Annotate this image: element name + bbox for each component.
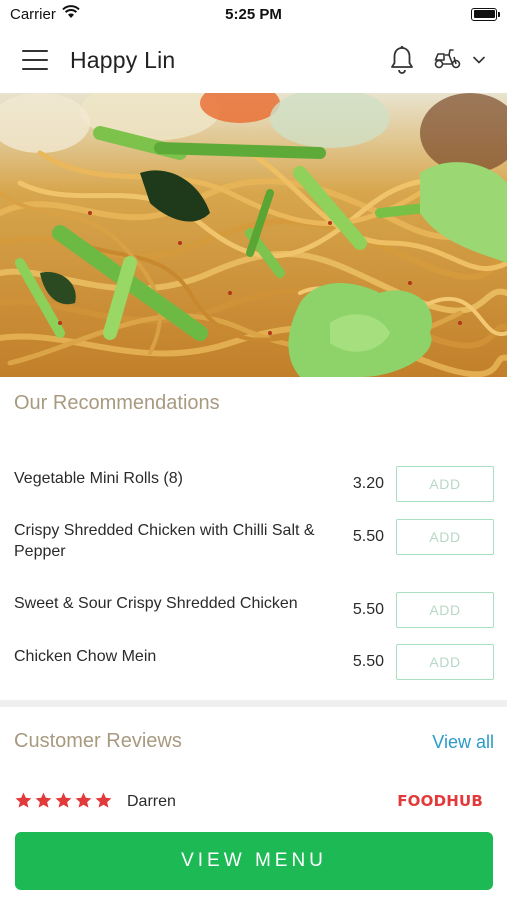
- star-icon: [75, 792, 92, 808]
- recommendations-section: Our Recommendations: [0, 392, 507, 415]
- add-button[interactable]: ADD: [396, 592, 494, 628]
- item-name: Sweet & Sour Crispy Shredded Chicken: [14, 595, 298, 612]
- menu-icon[interactable]: [22, 50, 48, 70]
- add-button[interactable]: ADD: [396, 519, 494, 555]
- reviews-header: Customer Reviews View all: [0, 730, 507, 758]
- item-name: Crispy Shredded Chicken with Chilli Salt…: [14, 522, 315, 560]
- item-name: Vegetable Mini Rolls (8): [14, 470, 183, 487]
- item-price: 5.50: [352, 528, 384, 545]
- recommendations-title: Our Recommendations: [14, 392, 220, 414]
- view-menu-button[interactable]: VIEW MENU: [15, 832, 493, 890]
- bell-icon[interactable]: [389, 45, 415, 75]
- reviews-title: Customer Reviews: [14, 730, 182, 752]
- status-left: Carrier: [10, 5, 80, 23]
- scooter-icon: [433, 46, 463, 75]
- review-item[interactable]: Darren FOODHUB: [0, 788, 507, 816]
- star-icon: [15, 792, 32, 808]
- page-title: Happy Lin: [70, 46, 176, 73]
- app-header: Happy Lin: [0, 28, 507, 92]
- hero-food-image: [0, 93, 507, 377]
- section-divider: [0, 700, 507, 707]
- item-price: 5.50: [352, 601, 384, 618]
- header-actions: [389, 45, 485, 75]
- item-name: Chicken Chow Mein: [14, 648, 157, 665]
- reviewer-name: Darren: [127, 793, 176, 810]
- star-icon: [35, 792, 52, 808]
- rating-stars: [14, 791, 113, 810]
- chevron-down-icon: [473, 51, 485, 69]
- item-price: 5.50: [352, 653, 384, 670]
- status-bar: Carrier 5:25 PM: [0, 0, 507, 28]
- carrier-label: Carrier: [10, 5, 56, 23]
- battery-icon: [471, 7, 500, 21]
- wifi-icon: [62, 5, 80, 23]
- star-icon: [55, 792, 72, 808]
- item-price: 3.20: [352, 475, 384, 492]
- review-source-logo: FOODHUB: [397, 792, 483, 810]
- add-button[interactable]: ADD: [396, 644, 494, 680]
- star-icon: [95, 792, 112, 808]
- delivery-mode-selector[interactable]: [433, 46, 485, 75]
- view-all-link[interactable]: View all: [432, 732, 494, 753]
- add-button[interactable]: ADD: [396, 466, 494, 502]
